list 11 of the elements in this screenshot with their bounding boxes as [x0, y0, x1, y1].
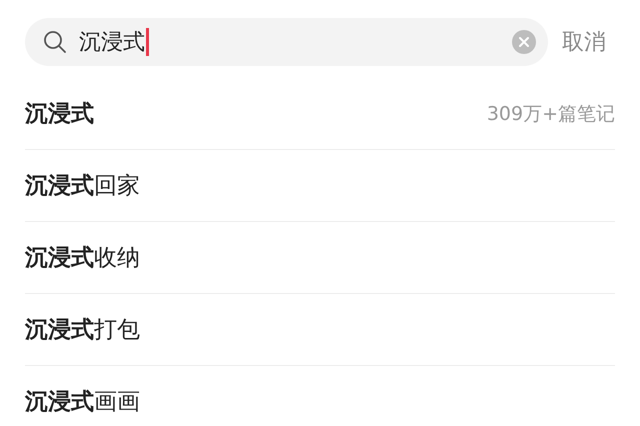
text-cursor: [146, 28, 149, 56]
suggestion-item[interactable]: 沉浸式 309万+篇笔记: [25, 78, 615, 150]
cancel-link[interactable]: 取消: [562, 27, 606, 57]
suggestion-item[interactable]: 沉浸式画画: [25, 366, 615, 426]
search-query: 沉浸式: [79, 29, 145, 57]
suggestion-item[interactable]: 沉浸式回家: [25, 150, 615, 222]
suggestion-item[interactable]: 沉浸式打包: [25, 294, 615, 366]
search-field[interactable]: 沉浸式: [25, 18, 548, 66]
search-icon: [43, 30, 67, 54]
suggestion-item[interactable]: 沉浸式收纳: [25, 222, 615, 294]
clear-icon[interactable]: [512, 30, 536, 54]
